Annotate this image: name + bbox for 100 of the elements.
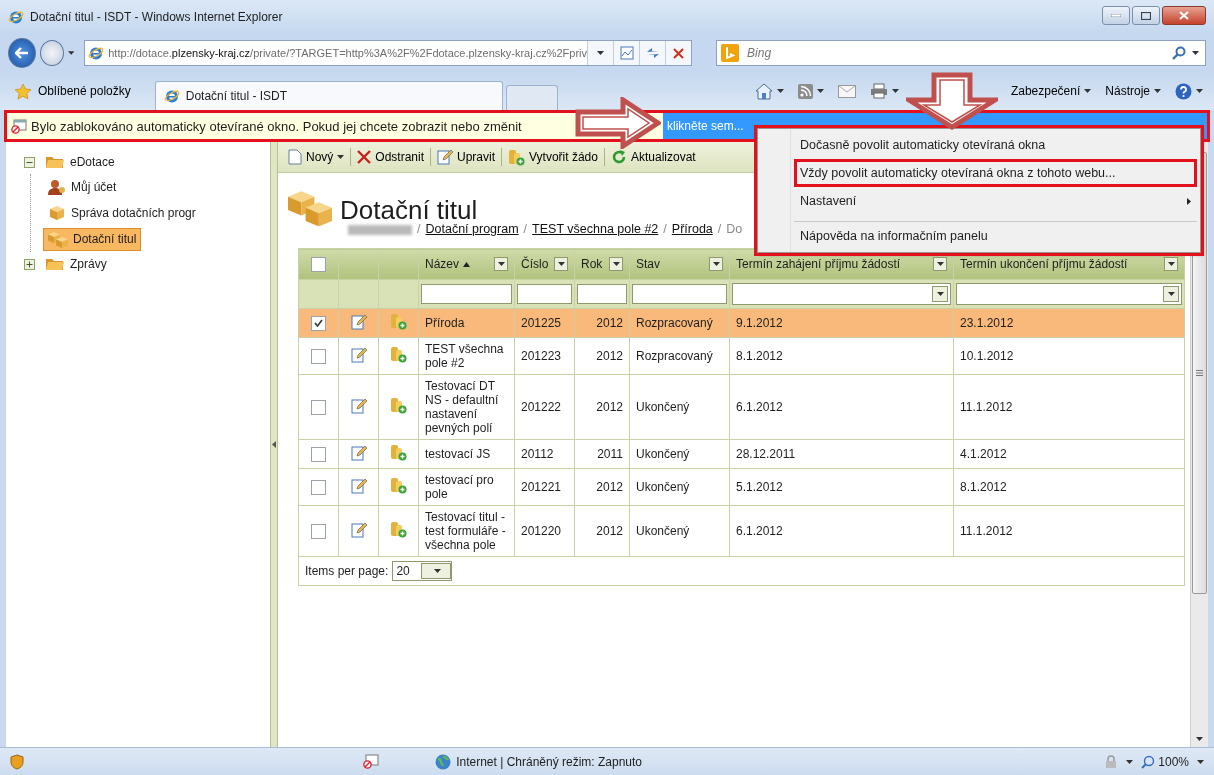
expand-icon[interactable] bbox=[24, 258, 35, 270]
tree-item[interactable]: Zprávy bbox=[40, 253, 112, 275]
favorites-button[interactable]: Oblíbené položky bbox=[8, 76, 137, 106]
column-menu-button[interactable] bbox=[494, 257, 508, 272]
search-field[interactable]: Bing bbox=[716, 40, 1206, 66]
coins-add-icon[interactable] bbox=[390, 397, 407, 415]
filter-dropdown[interactable] bbox=[956, 283, 1182, 306]
coins-add-icon[interactable] bbox=[390, 444, 407, 462]
table-row[interactable]: testovací pro pole 201221 2012 Ukončený 5.1.2012 8.1.2012 bbox=[298, 468, 1185, 506]
caret-icon bbox=[557, 262, 565, 267]
blocked-popup-icon[interactable] bbox=[363, 754, 380, 769]
table-row[interactable]: TEST všechna pole #2 201223 2012 Rozpracovaný 8.1.2012 10.1.2012 bbox=[298, 337, 1185, 375]
caret-icon bbox=[1192, 51, 1199, 55]
tree-item[interactable]: Správa dotačních progr bbox=[43, 202, 201, 224]
address-field[interactable]: http://dotace.plzensky-kraj.cz/private/?TARGET=http%3A%2F%2Fdotace.plzensky-kraj.cz%2Fpriv bbox=[84, 40, 693, 66]
forward-button[interactable] bbox=[39, 40, 64, 66]
lock-icon[interactable] bbox=[1104, 754, 1119, 769]
toolbar-button[interactable]: Nový bbox=[284, 149, 349, 165]
breadcrumb-link[interactable]: Příroda bbox=[671, 222, 713, 237]
coins-add-icon[interactable] bbox=[390, 313, 407, 331]
edit-icon[interactable] bbox=[350, 521, 367, 538]
table-cell: Ukončený bbox=[629, 505, 730, 557]
browser-tab[interactable]: Dotační titul - ISDT bbox=[154, 81, 503, 110]
table-row[interactable]: Testovací titul - test formuláře - všechna pole 201220 2012 Ukončený 6.1.2012 11.1.2012 bbox=[298, 505, 1185, 557]
coins-add-icon[interactable] bbox=[390, 521, 407, 539]
table-row[interactable]: Příroda 201225 2012 Rozpracovaný 9.1.2012 23.1.2012 bbox=[298, 308, 1185, 338]
menu-item[interactable]: Dočasně povolit automaticky otevíraná okna bbox=[794, 131, 1197, 159]
caret-icon bbox=[597, 51, 605, 55]
table-row[interactable]: testovací JS 20112 2011 Ukončený 28.12.2011 4.1.2012 bbox=[298, 439, 1185, 469]
filter-input[interactable] bbox=[517, 284, 572, 305]
restore-icon bbox=[1141, 11, 1151, 20]
checkbox[interactable] bbox=[311, 479, 326, 495]
refresh-arrows-icon bbox=[645, 46, 660, 60]
collapse-arrow-icon[interactable] bbox=[272, 441, 276, 448]
checkbox[interactable] bbox=[311, 348, 326, 364]
column-menu-button[interactable] bbox=[933, 257, 947, 272]
menu-item[interactable]: Vždy povolit automaticky otevíraná okna z tohoto webu... bbox=[794, 159, 1197, 187]
menu-item[interactable]: Nastavení bbox=[794, 187, 1197, 215]
new-tab-button[interactable] bbox=[505, 85, 558, 110]
folder-icon bbox=[45, 256, 65, 272]
toolbar-button[interactable]: Upravit bbox=[433, 149, 500, 165]
toolbar-button[interactable]: Aktualizovat bbox=[606, 149, 700, 165]
coins-add-icon[interactable] bbox=[390, 346, 407, 364]
filter-dropdown[interactable] bbox=[732, 283, 951, 306]
coins-add-icon[interactable] bbox=[508, 148, 526, 166]
checkbox[interactable] bbox=[311, 399, 326, 415]
menu-button[interactable]: Zabezpečení bbox=[1007, 84, 1095, 98]
checkmark-icon bbox=[314, 319, 323, 328]
checkbox[interactable] bbox=[311, 256, 326, 272]
edit-icon[interactable] bbox=[350, 346, 367, 363]
filter-input[interactable] bbox=[577, 284, 627, 305]
tree-item[interactable]: eDotace bbox=[40, 151, 120, 173]
edit-icon[interactable] bbox=[350, 313, 367, 330]
caret-icon bbox=[67, 51, 75, 55]
stop-button[interactable] bbox=[665, 41, 692, 65]
maximize-button[interactable] bbox=[1132, 6, 1160, 25]
address-dropdown-button[interactable] bbox=[587, 41, 614, 65]
compatibility-view-button[interactable] bbox=[613, 41, 640, 65]
edit-icon[interactable] bbox=[350, 444, 367, 461]
toolbar-button[interactable]: Odstranit bbox=[353, 150, 429, 164]
refresh-button[interactable] bbox=[639, 41, 666, 65]
close-button[interactable] bbox=[1162, 6, 1206, 25]
edit-icon[interactable] bbox=[437, 149, 454, 165]
edit-icon[interactable] bbox=[350, 397, 367, 414]
column-header[interactable]: Rok bbox=[581, 257, 603, 272]
menu-button[interactable]: Nástroje bbox=[1102, 84, 1164, 98]
search-icon[interactable] bbox=[1172, 46, 1186, 60]
packages-icon bbox=[288, 189, 332, 227]
table-cell: testovací pro pole bbox=[418, 468, 515, 506]
filter-input[interactable] bbox=[632, 284, 727, 305]
table-cell: 201220 bbox=[514, 505, 575, 557]
column-menu-button[interactable] bbox=[609, 257, 623, 272]
column-menu-button[interactable] bbox=[554, 257, 568, 272]
edit-icon[interactable] bbox=[350, 477, 367, 494]
help-button[interactable] bbox=[1172, 82, 1206, 100]
table-cell: 8.1.2012 bbox=[729, 337, 954, 375]
checkbox[interactable] bbox=[311, 446, 326, 462]
table-cell: 10.1.2012 bbox=[953, 337, 1185, 375]
column-menu-button[interactable] bbox=[709, 257, 723, 272]
tree-item[interactable]: Můj účet bbox=[43, 176, 122, 198]
filter-input[interactable] bbox=[421, 284, 512, 305]
checkbox[interactable] bbox=[311, 523, 326, 539]
column-menu-button[interactable] bbox=[1164, 257, 1178, 272]
back-button[interactable] bbox=[8, 38, 36, 68]
breadcrumb-link[interactable]: Dotační program bbox=[425, 222, 519, 237]
checkbox[interactable] bbox=[311, 315, 326, 331]
table-cell: TEST všechna pole #2 bbox=[418, 337, 515, 375]
collapse-icon[interactable] bbox=[24, 156, 35, 168]
page-size-select[interactable]: 20 bbox=[392, 561, 453, 582]
toolbar-button[interactable]: Vytvořit žádo bbox=[504, 148, 602, 166]
column-header[interactable]: Název bbox=[425, 257, 459, 272]
coins-add-icon[interactable] bbox=[390, 477, 407, 495]
globe-icon bbox=[435, 753, 452, 770]
package-icon bbox=[48, 205, 66, 221]
zoom-button[interactable]: 100% bbox=[1141, 754, 1189, 769]
table-row[interactable]: Testovací DT NS - defaultní nastavení pevných polí 201222 2012 Ukončený 6.1.2012 11.1.2012 bbox=[298, 374, 1185, 440]
column-header[interactable]: Stav bbox=[636, 257, 660, 272]
breadcrumb-link[interactable]: TEST všechna pole #2 bbox=[532, 222, 659, 237]
tree-item[interactable]: Dotační titul bbox=[43, 227, 142, 251]
menu-item[interactable]: Nápověda na informačním panelu bbox=[794, 221, 1197, 250]
